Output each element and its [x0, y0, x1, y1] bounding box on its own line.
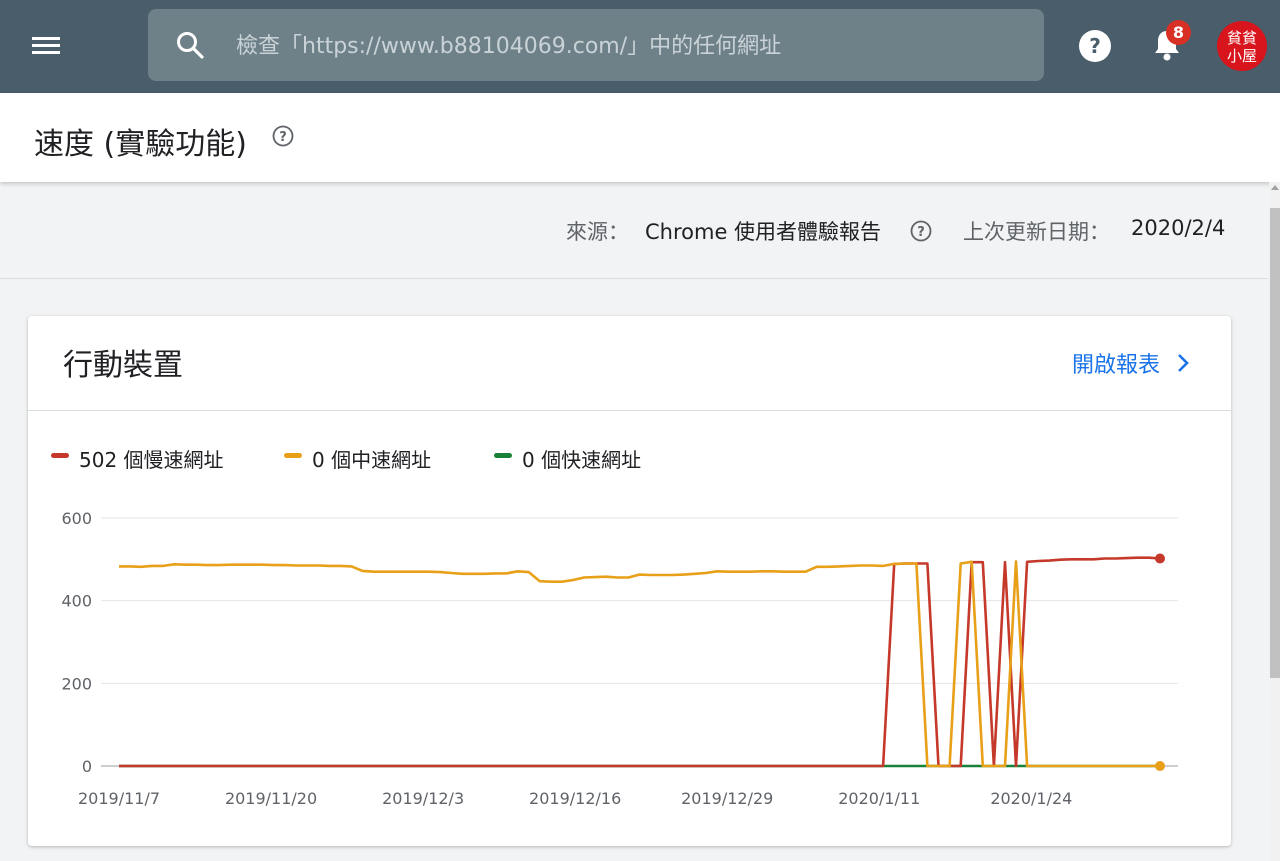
page-title: 速度 (實驗功能) — [34, 127, 247, 162]
scrollbar-thumb[interactable] — [1270, 208, 1280, 678]
top-app-bar: ? 8 貧貧 小屋 — [0, 0, 1280, 93]
source-value: Chrome 使用者體驗報告 — [645, 220, 882, 244]
help-outline-icon[interactable]: ? — [272, 125, 294, 147]
notification-count-badge: 8 — [1166, 20, 1191, 45]
speed-line-chart: 0 200 400 600 2019/11/7 2019/11/20 2019/12/3 20… — [61, 509, 1178, 808]
source-info-row: 來源： Chrome 使用者體驗報告 ? 上次更新日期： 2020/2/4 — [0, 182, 1268, 279]
x-tick-label: 2019/11/20 — [225, 789, 317, 808]
series-end-point — [1155, 553, 1165, 564]
y-tick-label: 600 — [61, 509, 92, 528]
mobile-report-card: 行動裝置 開啟報表 502 個慢速網址 0 個中速網址 0 個快速網址 0 200… — [28, 316, 1231, 846]
svg-text:?: ? — [917, 225, 925, 240]
avatar-text-top: 貧貧 — [1227, 29, 1257, 47]
menu-icon[interactable] — [28, 30, 64, 62]
x-tick-label: 2019/12/29 — [681, 789, 773, 808]
avatar-text-bottom: 小屋 — [1227, 47, 1257, 65]
help-icon[interactable]: ? — [1078, 29, 1112, 63]
last-updated-value: 2020/2/4 — [1131, 216, 1226, 240]
page-header: 速度 (實驗功能) ? — [0, 93, 1280, 182]
last-updated-label: 上次更新日期： — [963, 220, 1110, 244]
avatar[interactable]: 貧貧 小屋 — [1217, 21, 1267, 71]
series-end-point — [1155, 761, 1165, 771]
svg-text:?: ? — [279, 130, 287, 145]
x-tick-label: 2019/12/3 — [382, 789, 464, 808]
series-line — [119, 556, 1161, 768]
x-tick-label: 2020/1/24 — [990, 789, 1072, 808]
search-bar[interactable] — [148, 9, 1044, 81]
svg-text:?: ? — [1089, 34, 1101, 58]
x-tick-label: 2019/11/7 — [78, 789, 160, 808]
search-icon — [174, 29, 206, 61]
y-tick-label: 200 — [61, 674, 92, 693]
y-tick-label: 400 — [61, 592, 92, 611]
source-label: 來源： — [566, 220, 629, 244]
x-tick-label: 2020/1/11 — [838, 789, 920, 808]
help-outline-icon[interactable]: ? — [910, 220, 932, 242]
search-input[interactable] — [234, 27, 1028, 65]
y-tick-label: 0 — [82, 757, 92, 776]
scroll-up-arrow[interactable] — [1271, 185, 1279, 190]
x-tick-label: 2019/12/16 — [529, 789, 621, 808]
